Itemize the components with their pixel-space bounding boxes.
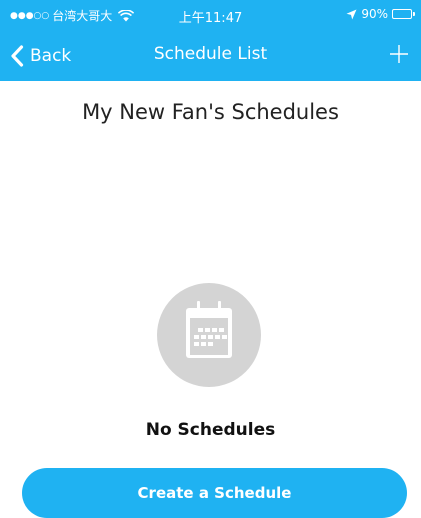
top-bar: ●●●○○ 台湾大哥大 上午11:47 90% Back Schedule Li…: [0, 0, 421, 81]
empty-state-icon-circle: [157, 283, 261, 387]
add-icon[interactable]: [387, 42, 411, 66]
empty-state-label: No Schedules: [145, 420, 276, 440]
navigation-bar: Back Schedule List: [0, 30, 421, 81]
location-arrow-icon: [346, 9, 357, 19]
nav-title: Schedule List: [153, 44, 268, 64]
create-schedule-button[interactable]: Create a Schedule: [22, 468, 407, 518]
battery-percent: 90%: [361, 7, 388, 21]
calendar-icon: [186, 301, 232, 358]
status-right: 90%: [346, 7, 415, 21]
battery-icon: [392, 9, 415, 19]
schedule-list-screen: ●●●○○ 台湾大哥大 上午11:47 90% Back Schedule Li…: [0, 0, 421, 518]
page-title: My New Fan's Schedules: [82, 100, 339, 124]
status-bar: ●●●○○ 台湾大哥大 上午11:47 90%: [0, 0, 421, 30]
